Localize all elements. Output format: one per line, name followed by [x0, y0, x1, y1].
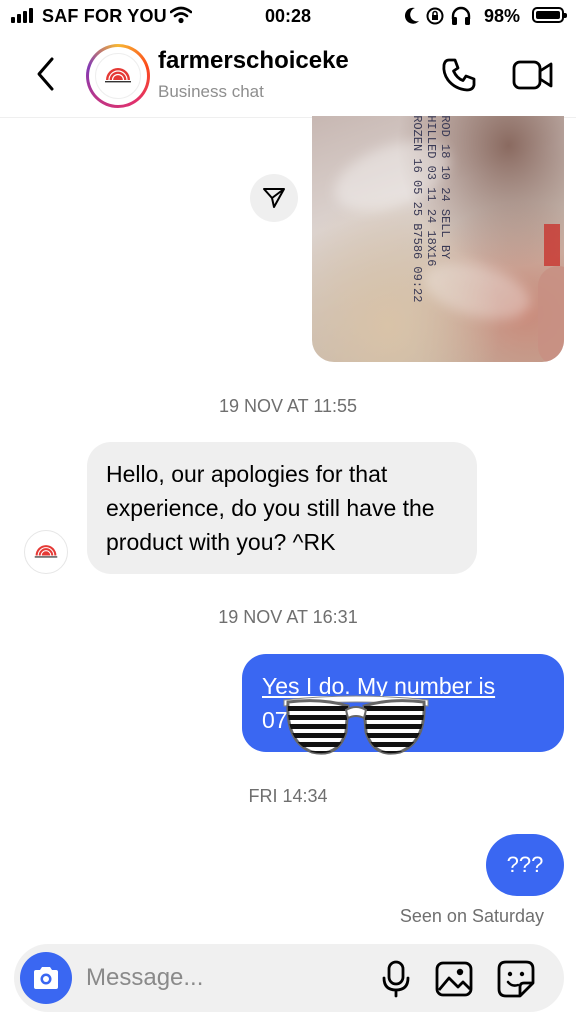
message-input[interactable] — [86, 958, 366, 998]
profile-avatar[interactable] — [86, 44, 150, 108]
outgoing-message[interactable]: ??? — [486, 834, 564, 896]
timestamp: 19 NOV AT 16:31 — [218, 607, 358, 627]
battery-percent: 98% — [484, 6, 521, 26]
timestamp: 19 NOV AT 11:55 — [218, 396, 358, 416]
status-bar: SAF FOR YOU 00:28 98% — [0, 0, 576, 34]
sunglasses-sticker — [283, 695, 429, 755]
farmers-choice-logo — [95, 53, 141, 99]
seen-status: Seen on Saturday — [399, 906, 544, 926]
headphones-icon — [451, 6, 471, 25]
camera-icon — [34, 967, 58, 989]
product-date-label: PROD 18 10 24 SELL BY CHILLED 03 11 24 1… — [410, 116, 452, 303]
send-icon — [263, 188, 285, 208]
status-icons — [404, 6, 472, 26]
moon-icon — [404, 7, 419, 24]
shared-photo[interactable]: PROD 18 10 24 SELL BY CHILLED 03 11 24 1… — [312, 116, 564, 362]
camera-button[interactable] — [20, 952, 72, 1004]
incoming-message[interactable]: Hello, our apologies for that experience… — [87, 442, 477, 574]
timestamp: FRI 14:34 — [248, 786, 328, 806]
sticker-icon[interactable] — [496, 959, 536, 999]
chat-title[interactable]: farmerschoiceke — [158, 47, 349, 75]
farmers-choice-logo — [34, 545, 58, 558]
video-call-icon[interactable] — [512, 58, 554, 92]
microphone-icon[interactable] — [378, 959, 414, 999]
gallery-icon[interactable] — [434, 959, 474, 999]
share-button[interactable] — [250, 174, 298, 222]
sender-avatar[interactable] — [24, 530, 68, 574]
phone-icon[interactable] — [440, 56, 478, 94]
chat-subtitle: Business chat — [158, 82, 264, 101]
battery-icon — [532, 7, 567, 23]
back-icon[interactable] — [34, 56, 58, 92]
orientation-lock-icon — [426, 7, 444, 25]
